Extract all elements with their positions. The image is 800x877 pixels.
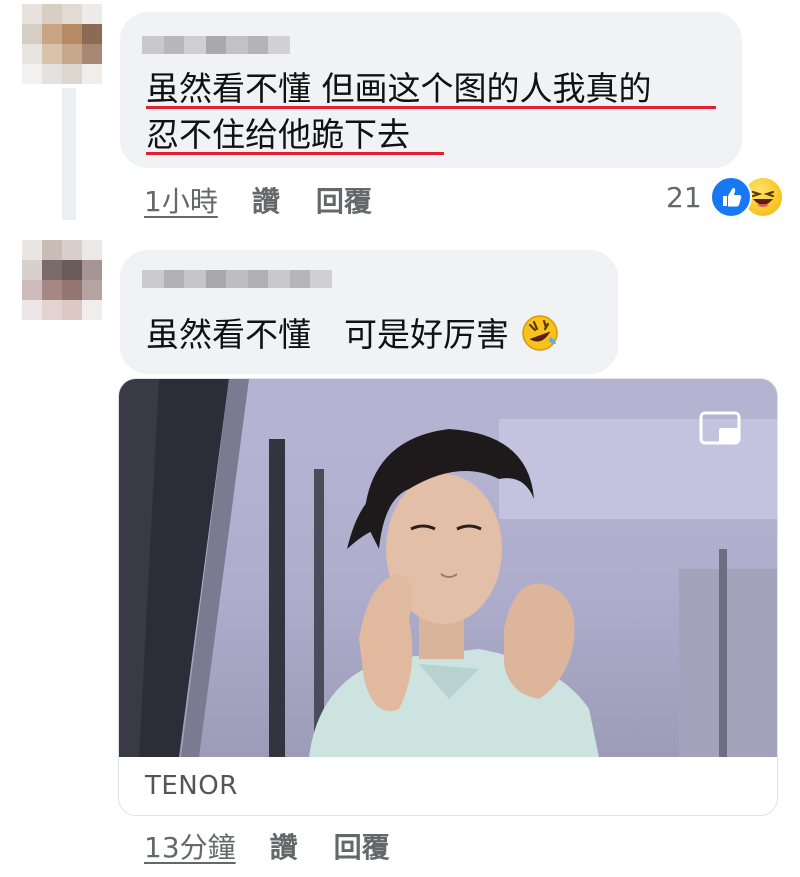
gif-attachment[interactable]: TENOR [118,378,778,816]
reply-button[interactable]: 回覆 [316,180,372,220]
comment-timestamp[interactable]: 13分鐘 [144,826,236,866]
author-name[interactable] [142,270,332,288]
avatar[interactable] [22,4,102,84]
rolling-laughing-emoji-icon [520,313,560,353]
comment-actions: 1小時 讚 回覆 [144,180,408,220]
gif-source-label: TENOR [145,771,238,801]
reply-button[interactable]: 回覆 [334,826,390,866]
comment-actions: 13分鐘 讚 回覆 [144,826,426,866]
comment-text: 虽然看不懂 可是好厉害 [146,310,560,360]
like-button[interactable]: 讚 [252,180,280,220]
avatar[interactable] [22,240,102,320]
text-underline [146,152,444,155]
author-name[interactable] [142,36,290,54]
gif-preview-image[interactable] [119,379,777,757]
comment-timestamp[interactable]: 1小時 [144,180,218,220]
like-icon [709,176,752,218]
reaction-count: 21 [666,180,702,214]
gif-footer: TENOR [119,757,777,815]
like-button[interactable]: 讚 [270,826,298,866]
text-underline [146,106,716,109]
reaction-summary[interactable]: 21 [666,176,784,218]
thread-line [62,88,76,220]
comment-text-content: 虽然看不懂 可是好厉害 [146,315,509,354]
